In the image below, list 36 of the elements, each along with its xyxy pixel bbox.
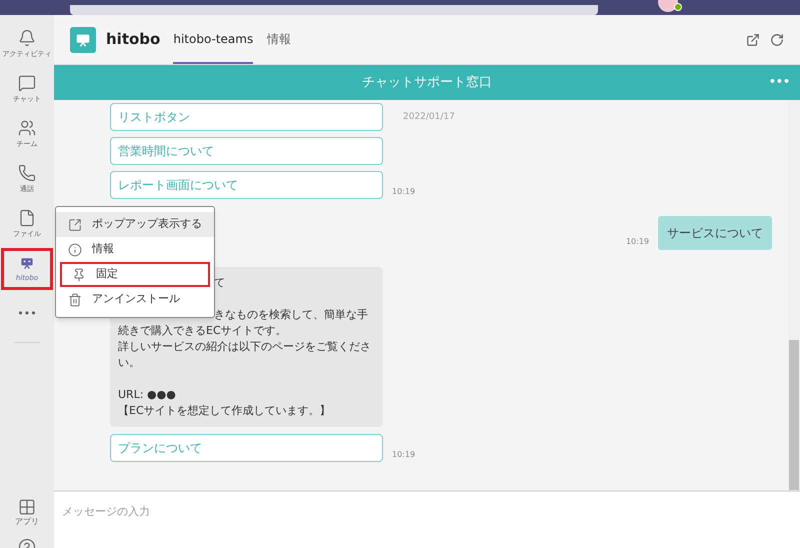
people-icon xyxy=(18,118,36,137)
message-line: 詳しいサービスの紹介は以下のページをご覧ください。 xyxy=(118,339,372,371)
popout-icon xyxy=(68,218,82,232)
rail-item[interactable]: アプリ xyxy=(15,498,39,528)
header-tab[interactable]: 情報 xyxy=(267,15,292,64)
time-label: 10:19 xyxy=(392,449,416,461)
trash-icon xyxy=(68,292,82,306)
time-label: 10:19 xyxy=(626,236,649,248)
chat-title: チャットサポート窓口 xyxy=(362,74,492,92)
user-message: サービスについて xyxy=(658,216,772,250)
bell-icon xyxy=(18,28,36,47)
rail-item[interactable]: ••• xyxy=(1,293,53,335)
menu-item[interactable]: アンインストール xyxy=(56,287,214,312)
message-line: URL: ●●● xyxy=(118,387,177,403)
message-input[interactable]: メッセージの入力 xyxy=(54,490,800,548)
app-name: hitobo xyxy=(106,29,160,50)
date-label: 2022/01/17 xyxy=(403,111,455,124)
info-icon xyxy=(68,242,82,256)
message-field[interactable]: メッセージの入力 xyxy=(62,504,792,520)
message-line: 続きで購入できるECサイトです。 xyxy=(118,323,288,339)
phone-icon xyxy=(18,164,36,182)
menu-item[interactable]: 情報 xyxy=(56,237,214,262)
refresh-icon[interactable] xyxy=(770,32,784,46)
menu-item[interactable]: ポップアップ表示する xyxy=(56,212,214,237)
chat-icon xyxy=(18,74,36,92)
message-line: きなものを検索して、簡単な手 xyxy=(213,307,369,323)
message-line: 【ECサイトを想定して作成しています。】 xyxy=(118,403,332,419)
menu-item[interactable]: 固定 xyxy=(60,262,210,287)
time-label: 10:19 xyxy=(392,186,416,198)
popout-icon[interactable] xyxy=(746,32,760,46)
pin-icon xyxy=(72,268,86,282)
search-field[interactable] xyxy=(70,5,598,15)
message-line: て xyxy=(213,275,226,291)
apps-icon xyxy=(18,498,36,516)
scrollbar[interactable] xyxy=(788,100,800,490)
file-icon xyxy=(18,208,36,227)
